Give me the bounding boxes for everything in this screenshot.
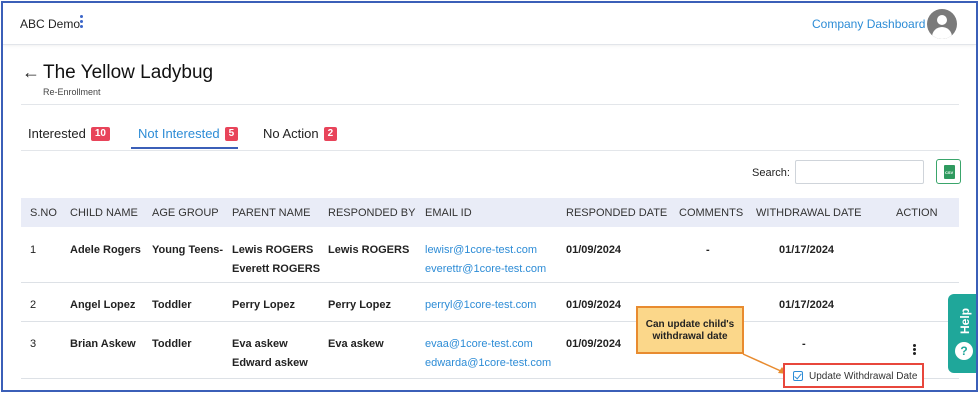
status-tabs: Interested 10 Not Interested 5 No Action 2 [21,121,959,151]
top-bar: ABC Demo Company Dashboard [3,3,976,45]
tab-label: No Action [263,126,319,142]
help-question-icon: ? [955,342,973,360]
cell-sno: 1 [30,244,37,256]
cell-responded-by: Perry Lopez [328,299,391,311]
cell-sno: 3 [30,338,37,350]
cell-parent-name: Lewis ROGERS [232,244,314,256]
menu-item-label: Update Withdrawal Date [809,371,918,382]
cell-parent-name: Edward askew [232,357,308,369]
cell-age-group: Toddler [152,338,192,350]
cell-child-name: Brian Askew [70,338,136,350]
search-label: Search: [752,167,790,179]
page-subtitle: Re-Enrollment [43,87,101,97]
app-frame: ABC Demo Company Dashboard ← The Yellow … [1,1,978,392]
tab-interested[interactable]: Interested 10 [28,125,110,141]
help-button[interactable]: Help ? [948,294,976,373]
col-responded-by: RESPONDED BY [328,207,416,219]
help-label: Help [958,307,972,334]
cell-email-link[interactable]: lewisr@1core-test.com [425,244,537,256]
tab-not-interested[interactable]: Not Interested 5 [138,125,239,142]
count-badge: 2 [323,126,338,141]
export-csv-button[interactable]: CSV [936,159,961,184]
cell-responded-date: 01/09/2024 [566,299,622,311]
callout-line: Can update child's [645,319,735,330]
cell-parent-name: Eva askew [232,338,288,350]
col-email-id: EMAIL ID [425,207,472,219]
callout-line: withdrawal date [652,331,728,342]
update-withdrawal-date-menu-item[interactable]: Update Withdrawal Date [783,363,924,388]
cell-parent-name: Perry Lopez [232,299,295,311]
cell-responded-date: 01/09/2024 [566,244,622,256]
user-avatar-icon[interactable] [927,9,957,39]
cell-sno: 2 [30,299,37,311]
cell-child-name: Angel Lopez [70,299,136,311]
annotation-callout: Can update child's withdrawal date [636,306,744,354]
cell-age-group: Young Teens- [152,244,224,256]
cell-responded-by: Lewis ROGERS [328,244,410,256]
tab-label: Interested [28,126,86,142]
cell-age-group: Toddler [152,299,192,311]
tab-no-action[interactable]: No Action 2 [263,125,338,142]
edit-checkbox-icon [793,371,803,381]
csv-file-icon: CSV [944,165,955,179]
company-dashboard-link[interactable]: Company Dashboard [812,17,925,31]
divider [21,104,959,105]
app-menu-kebab-icon[interactable] [79,15,85,29]
col-comments: COMMENTS [679,207,744,219]
col-action: ACTION [896,207,938,219]
table-header: S.NO CHILD NAME AGE GROUP PARENT NAME RE… [21,198,959,227]
cell-email-link[interactable]: perryl@1core-test.com [425,299,536,311]
app-name: ABC Demo [20,17,81,31]
page-title: The Yellow Ladybug [43,62,214,83]
col-child-name: CHILD NAME [70,207,138,219]
cell-responded-by: Eva askew [328,338,384,350]
cell-email-link[interactable]: everettr@1core-test.com [425,263,546,275]
active-tab-indicator [131,147,238,149]
table-row: 1 Adele Rogers Young Teens- Lewis ROGERS… [21,232,959,283]
col-parent-name: PARENT NAME [232,207,311,219]
cell-responded-date: 01/09/2024 [566,338,622,350]
cell-withdrawal-date: 01/17/2024 [779,244,835,256]
cell-withdrawal-date: - [802,338,806,350]
back-arrow-icon[interactable]: ← [22,63,40,81]
cell-parent-name: Everett ROGERS [232,263,321,275]
cell-email-link[interactable]: edwarda@1core-test.com [425,357,551,369]
cell-child-name: Adele Rogers [70,244,141,256]
table-row: 2 Angel Lopez Toddler Perry Lopez Perry … [21,286,959,322]
row-actions-kebab-icon[interactable] [912,344,918,358]
count-badge: 10 [90,126,110,141]
cell-email-link[interactable]: evaa@1core-test.com [425,338,533,350]
col-age-group: AGE GROUP [152,207,219,219]
count-badge: 5 [224,126,239,141]
cell-withdrawal-date: 01/17/2024 [779,299,835,311]
col-withdrawal-date: WITHDRAWAL DATE [756,207,862,219]
col-responded-date: RESPONDED DATE [566,207,668,219]
search-input[interactable] [795,160,924,184]
col-sno: S.NO [30,207,57,219]
cell-comments: - [706,244,710,256]
tab-label: Not Interested [138,126,220,142]
